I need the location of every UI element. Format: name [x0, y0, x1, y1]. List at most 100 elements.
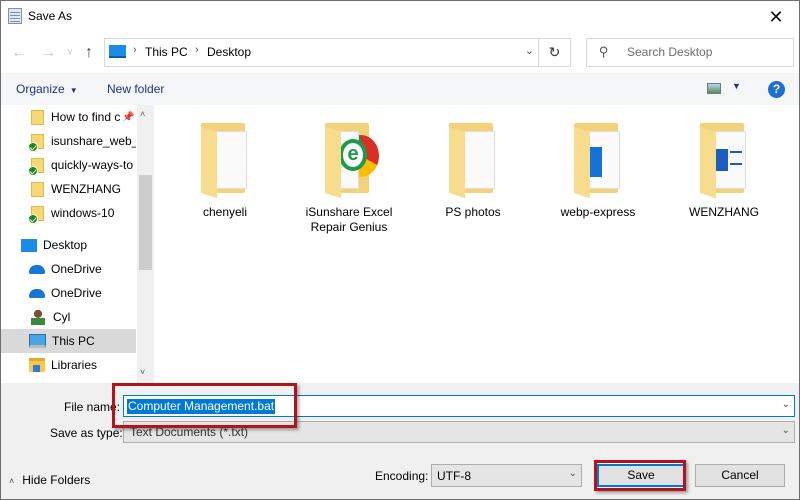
nav-item-windows-10[interactable]: windows-10 [1, 201, 136, 225]
scroll-up-icon[interactable]: ˄ [140, 109, 145, 119]
nav-item-label: This PC [52, 334, 95, 348]
back-button[interactable]: ← [11, 44, 27, 62]
nav-item-label: OneDrive [51, 262, 102, 276]
view-options-caret-icon[interactable]: ▼ [732, 81, 741, 91]
folder-name: webp-express [560, 205, 636, 219]
folder-name: chenyeli [202, 205, 248, 219]
folder-icon [197, 121, 253, 199]
chevron-down-icon[interactable]: ⌄ [782, 399, 790, 410]
nav-item-label: Cyl [53, 310, 71, 324]
folder-synced-icon [28, 157, 44, 176]
folder-icon [31, 109, 44, 125]
nav-item-label: OneDrive [51, 286, 102, 300]
search-icon: ⚲ [599, 44, 609, 59]
nav-item-wenzhang[interactable]: WENZHANG [1, 177, 136, 201]
this-pc-icon [29, 334, 46, 348]
organize-label: Organize [16, 82, 65, 96]
command-bar: Organize ▼ New folder ▼ ? [1, 73, 799, 105]
save-button[interactable]: Save [597, 464, 685, 487]
folder-name: iSunshare Excel Repair Genius [305, 205, 393, 234]
scroll-down-icon[interactable]: ˅ [140, 367, 145, 377]
scrollbar-thumb[interactable] [139, 175, 152, 270]
breadcrumb-this-pc[interactable]: This PC [145, 45, 188, 59]
desktop-icon [21, 238, 37, 252]
folder-item-ps-photos[interactable]: PS photos [423, 121, 523, 220]
save-as-dialog: Save As ✕ ← → ˅ ↑ › This PC › Desktop ⌄ … [0, 0, 800, 500]
change-view-icon[interactable] [707, 83, 721, 94]
folder-icon [696, 121, 752, 199]
pin-icon: 📌 [122, 111, 135, 123]
nav-item-isunshare-web[interactable]: isunshare_web_5 [1, 129, 136, 153]
nav-item-label: isunshare_web_5 [51, 134, 136, 148]
nav-item-label: windows-10 [51, 206, 115, 220]
this-pc-icon [109, 45, 126, 58]
save-options-panel: File name: Computer Management.bat ⌄ Sav… [1, 383, 799, 499]
breadcrumb-separator: › [195, 44, 199, 56]
search-placeholder: Search Desktop [627, 45, 713, 59]
address-dropdown-icon[interactable]: ⌄ [525, 44, 534, 57]
nav-item-label: WENZHANG [51, 182, 121, 196]
save-as-type-select[interactable]: Text Documents (*.txt) ⌄ [123, 421, 795, 443]
save-as-type-label: Save as type: [50, 426, 123, 440]
chevron-up-icon: ˄ [9, 476, 15, 486]
nav-item-onedrive-2[interactable]: OneDrive [1, 281, 136, 305]
folder-icon: e [321, 121, 379, 199]
nav-item-label: Desktop [43, 238, 88, 252]
new-folder-button[interactable]: New folder [107, 82, 164, 96]
help-icon[interactable]: ? [768, 81, 785, 98]
folder-item-wenzhang[interactable]: WENZHANG [674, 121, 774, 220]
up-button[interactable]: ↑ [85, 44, 93, 62]
cancel-button[interactable]: Cancel [695, 464, 785, 487]
nav-item-label: How to find c [51, 110, 121, 124]
title-bar: Save As ✕ [1, 1, 799, 33]
file-name-input[interactable]: Computer Management.bat ⌄ [123, 395, 795, 417]
encoding-select[interactable]: UTF-8 ⌄ [431, 464, 582, 487]
notepad-icon [8, 8, 22, 24]
file-list: chenyeli e iSunshare Excel Repair Genius… [154, 105, 799, 383]
save-as-type-value: Text Documents (*.txt) [130, 425, 249, 439]
hide-folders-button[interactable]: ˄ Hide Folders [9, 473, 90, 487]
nav-pane-scrollbar[interactable]: ˄ ˅ [137, 105, 154, 383]
folder-synced-icon [28, 133, 44, 152]
breadcrumb-desktop[interactable]: Desktop [207, 45, 251, 59]
libraries-icon [29, 358, 45, 372]
refresh-icon: ↻ [548, 44, 561, 60]
onedrive-icon [29, 264, 45, 274]
nav-item-cyl[interactable]: Cyl [1, 305, 136, 329]
file-name-value: Computer Management.bat [127, 399, 276, 414]
folder-name: PS photos [445, 205, 501, 219]
folder-synced-icon [28, 205, 44, 224]
chevron-down-icon: ⌄ [781, 425, 790, 436]
folder-icon [570, 121, 626, 199]
nav-item-libraries[interactable]: Libraries [1, 353, 136, 377]
user-icon [31, 309, 45, 325]
address-bar[interactable]: › This PC › Desktop ⌄ [104, 38, 539, 67]
nav-item-desktop[interactable]: Desktop [1, 233, 136, 257]
onedrive-icon [29, 288, 45, 298]
close-button[interactable]: ✕ [753, 1, 799, 33]
nav-item-label: Libraries [51, 358, 98, 372]
forward-button[interactable]: → [40, 44, 56, 62]
nav-item-quickly-ways[interactable]: quickly-ways-to [1, 153, 136, 177]
folder-icon [31, 181, 44, 197]
encoding-label: Encoding: [375, 469, 429, 483]
nav-item-onedrive[interactable]: OneDrive [1, 257, 136, 281]
nav-item-label: quickly-ways-to [51, 158, 134, 172]
folder-item-isunshare-excel[interactable]: e iSunshare Excel Repair Genius [299, 121, 399, 235]
nav-item-this-pc[interactable]: This PC [1, 329, 136, 353]
folder-name: WENZHANG [689, 205, 759, 219]
chevron-down-icon: ⌄ [568, 468, 577, 479]
file-name-label: File name: [64, 400, 121, 414]
navigation-pane: How to find c 📌 isunshare_web_5 quickly-… [1, 105, 154, 383]
hide-folders-label: Hide Folders [22, 473, 91, 487]
organize-button[interactable]: Organize ▼ [16, 82, 78, 96]
refresh-button[interactable]: ↻ [539, 38, 571, 67]
nav-item-how-to-find[interactable]: How to find c 📌 [1, 105, 136, 129]
folder-item-chenyeli[interactable]: chenyeli [175, 121, 275, 220]
folder-item-webp-express[interactable]: webp-express [548, 121, 648, 220]
search-input[interactable]: ⚲ Search Desktop [586, 38, 794, 67]
folder-icon [445, 121, 501, 199]
encoding-value: UTF-8 [437, 469, 471, 483]
window-title: Save As [28, 9, 73, 23]
recent-locations-button[interactable]: ˅ [67, 47, 73, 58]
